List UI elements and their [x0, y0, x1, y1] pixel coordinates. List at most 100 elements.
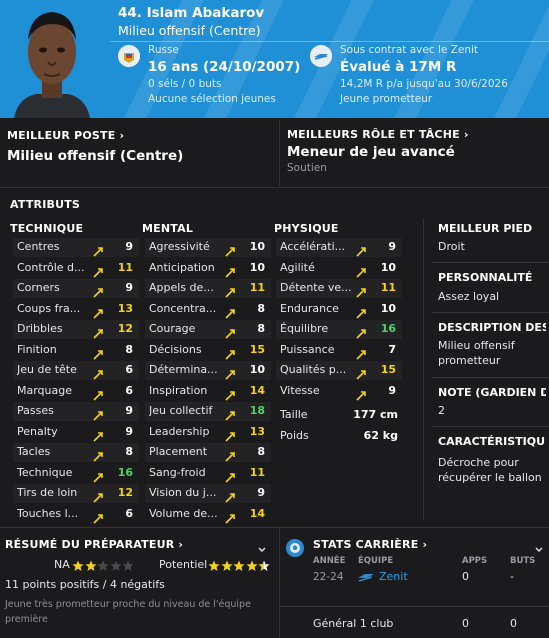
attribute-row[interactable]: Marquage 6	[13, 382, 139, 401]
attribute-value: 15	[249, 342, 265, 356]
divider	[0, 187, 549, 188]
attribute-value: 9	[125, 240, 133, 253]
goalkeeper-rating-value: 2	[438, 404, 445, 417]
attribute-row[interactable]: Équilibre 16	[276, 320, 402, 339]
attribute-row[interactable]: Sang-froid 11	[145, 464, 271, 483]
na-label: NA	[54, 558, 70, 571]
youth-selection: Aucune sélection jeunes	[148, 93, 276, 105]
career-year: 22-24	[313, 571, 344, 583]
attribute-row[interactable]: Qualités p... 15	[276, 361, 402, 380]
attribute-row[interactable]: Coups fra... 13	[13, 300, 139, 319]
star-icon	[233, 560, 245, 571]
attribute-row[interactable]: Puissance 7	[276, 341, 402, 360]
attribute-row[interactable]: Anticipation 10	[145, 259, 271, 278]
personality-value: Assez loyal	[438, 290, 500, 303]
best-position-panel[interactable]: MEILLEUR POSTE › Milieu offensif (Centre…	[0, 120, 278, 186]
attribute-row[interactable]: Vision du j... 9	[145, 484, 271, 503]
potential-ability-stars	[208, 557, 271, 576]
best-role-panel[interactable]: MEILLEURS RÔLE ET TÂCHE › Meneur de jeu …	[280, 120, 549, 186]
zenit-club-icon[interactable]	[310, 45, 332, 67]
football-icon	[286, 539, 304, 557]
attribute-name: Contrôle d...	[17, 260, 85, 274]
career-team-link[interactable]: Zenit	[379, 570, 408, 583]
attribute-name: Leadership	[149, 424, 210, 438]
russia-flag-icon[interactable]	[118, 45, 140, 67]
chevron-down-icon[interactable]	[535, 546, 543, 554]
attribute-value: 8	[257, 301, 265, 315]
attribute-row[interactable]: Dribbles 12	[13, 320, 139, 339]
attribute-row[interactable]: Vitesse 9	[276, 382, 402, 401]
height-label: Taille	[280, 408, 308, 421]
coach-summary-note: Jeune très prometteur proche du niveau d…	[5, 599, 251, 625]
star-icon	[258, 560, 270, 571]
attribute-name: Volume de...	[149, 506, 218, 520]
attribute-name: Endurance	[280, 301, 339, 315]
coach-summary-points: 11 points positifs / 4 négatifs	[5, 578, 165, 591]
attribute-row[interactable]: Accélérati... 9	[276, 238, 402, 257]
attribute-row[interactable]: Détermina... 10	[145, 361, 271, 380]
player-photo[interactable]	[10, 0, 94, 118]
arrow-up-right-icon	[93, 447, 104, 462]
divider	[423, 218, 424, 520]
career-stats-panel[interactable]: STATS CARRIÈRE › ANNÉE ÉQUIPE APPS BUTS …	[280, 528, 549, 638]
attribute-value: 13	[117, 301, 133, 315]
attribute-row[interactable]: Technique 16	[13, 464, 139, 483]
attribute-row[interactable]: Penalty 9	[13, 423, 139, 442]
arrow-up-right-icon	[93, 509, 104, 524]
arrow-up-right-icon	[225, 324, 236, 339]
attribute-value: 11	[249, 465, 265, 479]
divider	[432, 262, 549, 263]
star-icon	[122, 560, 134, 571]
weight-row: Poids 62 kg	[276, 427, 404, 446]
career-goals: -	[510, 570, 514, 583]
attribute-row[interactable]: Corners 9	[13, 279, 139, 298]
attribute-row[interactable]: Appels de... 11	[145, 279, 271, 298]
attribute-name: Dribbles	[17, 322, 63, 335]
coach-summary-panel[interactable]: RÉSUMÉ DU PRÉPARATEUR › NA Potentiel 11 …	[0, 528, 278, 638]
attribute-value: 12	[117, 486, 133, 499]
attribute-value: 8	[125, 445, 133, 458]
height-row: Taille 177 cm	[276, 406, 404, 425]
attribute-row[interactable]: Volume de... 14	[145, 505, 271, 524]
attribute-row[interactable]: Endurance 10	[276, 300, 402, 319]
attribute-value: 6	[125, 506, 133, 520]
arrow-up-right-icon	[225, 242, 236, 257]
attribute-value: 6	[125, 363, 133, 376]
attribute-value: 10	[380, 260, 396, 274]
attribute-row[interactable]: Finition 8	[13, 341, 139, 360]
attribute-value: 12	[117, 322, 133, 335]
attribute-row[interactable]: Décisions 15	[145, 341, 271, 360]
attribute-row[interactable]: Tacles 8	[13, 443, 139, 462]
attribute-name: Jeu collectif	[149, 404, 213, 417]
attribute-row[interactable]: Inspiration 14	[145, 382, 271, 401]
chevron-down-icon[interactable]	[258, 546, 266, 554]
attribute-value: 6	[125, 383, 133, 397]
player-status: Jeune prometteur	[340, 93, 433, 105]
arrow-up-right-icon	[93, 488, 104, 503]
attribute-row[interactable]: Jeu collectif 18	[145, 402, 271, 421]
arrow-up-right-icon	[356, 324, 367, 339]
attributes-title: ATTRIBUTS	[10, 198, 81, 211]
attribute-value: 9	[125, 424, 133, 438]
attribute-row[interactable]: Agilité 10	[276, 259, 402, 278]
attribute-row[interactable]: Leadership 13	[145, 423, 271, 442]
technical-title: TECHNIQUE	[10, 222, 84, 235]
personality-title: PERSONNALITÉ	[438, 271, 533, 284]
attribute-row[interactable]: Tirs de loin 12	[13, 484, 139, 503]
attribute-row[interactable]: Jeu de tête 6	[13, 361, 139, 380]
arrow-up-right-icon	[225, 427, 236, 442]
attribute-row[interactable]: Détente ve... 11	[276, 279, 402, 298]
attribute-row[interactable]: Placement 8	[145, 443, 271, 462]
divider	[432, 312, 549, 313]
attribute-row[interactable]: Courage 8	[145, 320, 271, 339]
table-row[interactable]: 22-24 Zenit 0 -	[280, 568, 549, 586]
description-title: DESCRIPTION DES...	[438, 321, 546, 334]
attribute-row[interactable]: Agressivité 10	[145, 238, 271, 257]
attribute-row[interactable]: Centres 9	[13, 238, 139, 257]
arrow-up-right-icon	[225, 468, 236, 483]
attribute-row[interactable]: Touches l... 6	[13, 505, 139, 524]
international-apps: 0 séls / 0 buts	[148, 78, 222, 90]
attribute-row[interactable]: Contrôle d... 11	[13, 259, 139, 278]
attribute-row[interactable]: Passes 9	[13, 402, 139, 421]
attribute-row[interactable]: Concentra... 8	[145, 300, 271, 319]
